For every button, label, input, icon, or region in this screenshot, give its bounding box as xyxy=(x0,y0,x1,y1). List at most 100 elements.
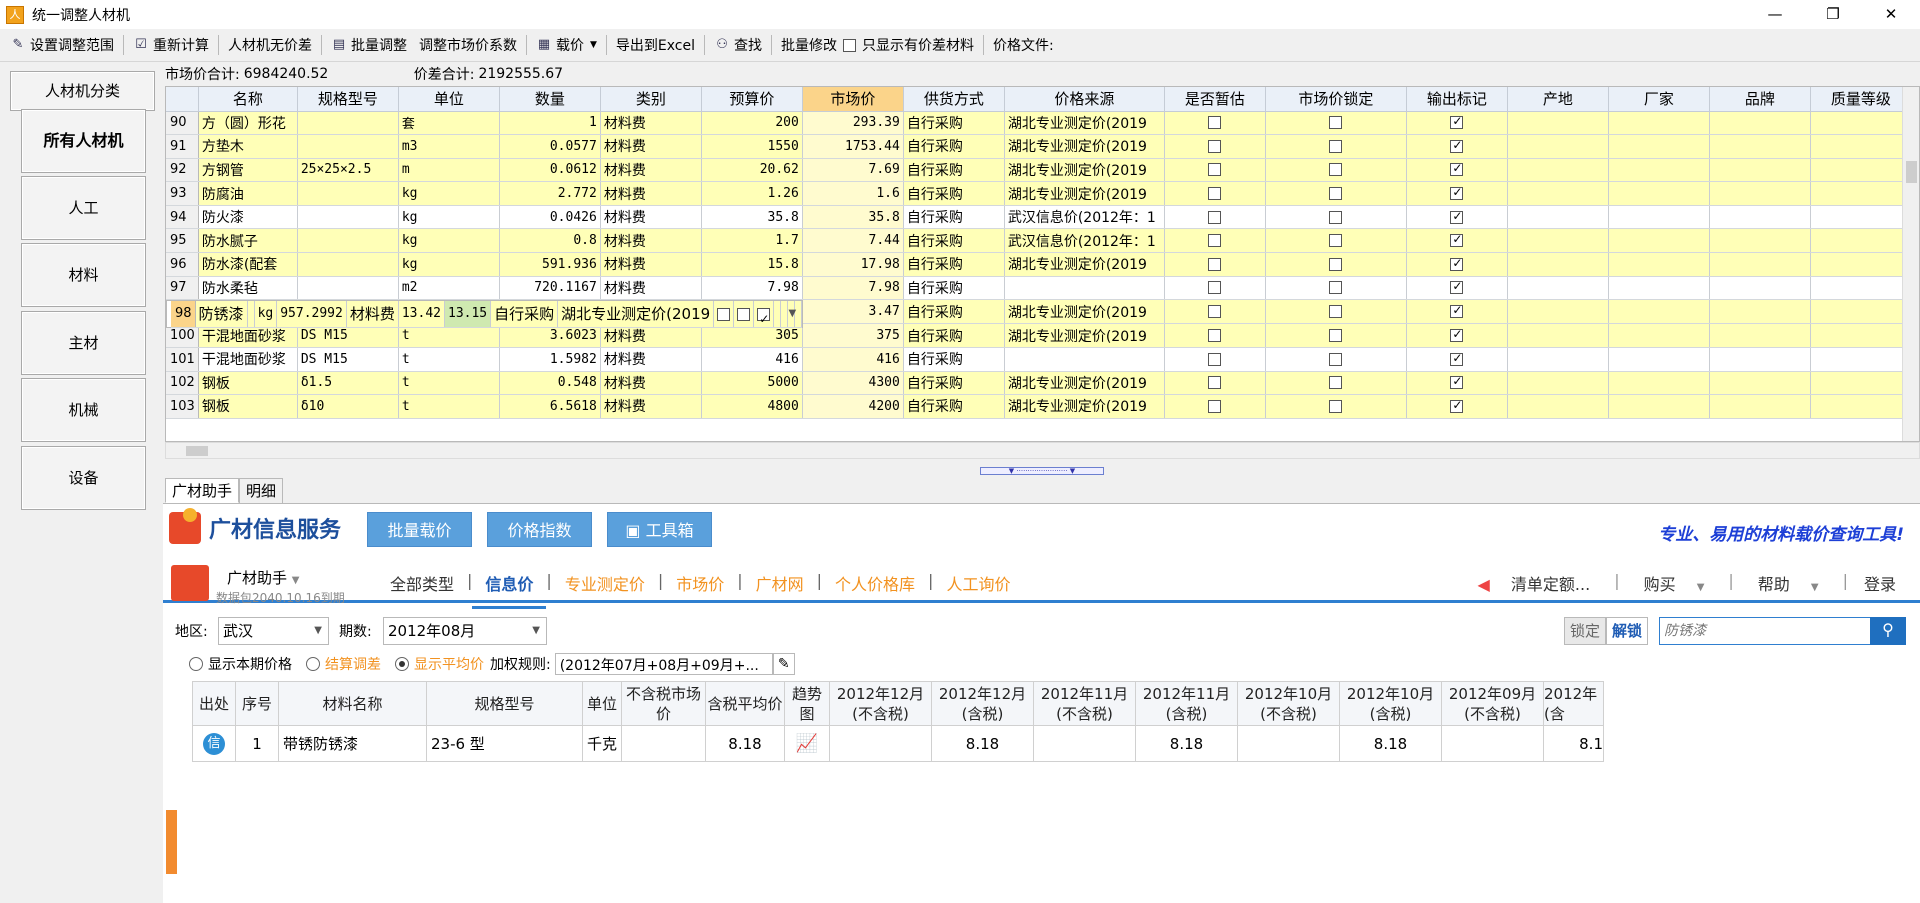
cell-budget[interactable]: 4800 xyxy=(701,394,803,419)
cell-empty[interactable] xyxy=(1507,205,1609,230)
checkbox-lock[interactable] xyxy=(1329,116,1343,130)
checkbox-est[interactable] xyxy=(1208,116,1222,130)
cell-market[interactable]: 13.15 xyxy=(444,301,492,329)
cell-cat[interactable]: 材料费 xyxy=(600,111,702,136)
cell-spec[interactable] xyxy=(297,228,399,254)
cell-budget[interactable]: 1.26 xyxy=(701,181,803,206)
checkbox-out[interactable] xyxy=(1450,209,1464,224)
cell-empty[interactable] xyxy=(1608,371,1710,396)
cell-empty[interactable] xyxy=(1608,276,1710,301)
cell-empty[interactable] xyxy=(1507,158,1609,183)
cell-market[interactable]: 7.98 xyxy=(802,276,904,301)
checkbox-out[interactable] xyxy=(1450,327,1464,343)
cell-source[interactable]: 湖北专业测定价(2019 xyxy=(1004,300,1165,325)
category-material[interactable]: 材料 xyxy=(21,243,146,307)
category-all[interactable]: 所有人材机 xyxy=(21,109,146,173)
cell-market[interactable]: 416 xyxy=(802,347,904,372)
cell-empty[interactable] xyxy=(1507,394,1609,419)
cell-empty[interactable] xyxy=(1608,300,1710,325)
cell-unit[interactable]: 套 xyxy=(398,111,500,136)
find-button[interactable]: ⚇ 查找 xyxy=(708,32,768,58)
cell-supply[interactable]: 自行采购 xyxy=(903,205,1005,230)
cell-budget[interactable]: 200 xyxy=(701,111,803,136)
cell-budget[interactable]: 1.7 xyxy=(701,228,803,254)
cell-empty[interactable] xyxy=(1709,252,1811,277)
cell-supply[interactable]: 自行采购 xyxy=(903,228,1005,254)
cell-source[interactable]: 武汉信息价(2012年：1 xyxy=(1004,205,1165,230)
cell-cat[interactable]: 材料费 xyxy=(600,205,702,230)
cell-empty[interactable] xyxy=(1507,347,1609,372)
tab-detail[interactable]: 明细 xyxy=(239,478,284,503)
radio-current-price[interactable] xyxy=(189,657,203,671)
column-header[interactable]: 品牌 xyxy=(1709,87,1811,112)
cell-supply[interactable]: 自行采购 xyxy=(903,158,1005,183)
cell-cat[interactable]: 材料费 xyxy=(600,181,702,206)
cell-spec[interactable] xyxy=(297,111,399,136)
cell-market[interactable]: 293.39 xyxy=(802,111,904,136)
cell-empty[interactable] xyxy=(1810,134,1912,159)
checkbox-lock[interactable] xyxy=(1329,187,1343,201)
search-icon[interactable]: ⚲ xyxy=(1870,617,1906,645)
cell-empty[interactable] xyxy=(1810,252,1912,277)
cell-supply[interactable]: 自行采购 xyxy=(903,371,1005,396)
period-select[interactable]: 2012年08月 xyxy=(383,617,547,645)
cell-empty[interactable] xyxy=(1709,300,1811,325)
cell-source[interactable]: 湖北专业测定价(2019 xyxy=(1004,134,1165,159)
cell-spec[interactable] xyxy=(297,134,399,159)
cell-empty[interactable] xyxy=(1608,228,1710,254)
cell-spec[interactable] xyxy=(297,252,399,277)
cell-empty[interactable] xyxy=(1810,276,1912,301)
cell-empty[interactable] xyxy=(1709,181,1811,206)
cell-supply[interactable]: 自行采购 xyxy=(903,134,1005,159)
checkbox-est[interactable] xyxy=(1208,257,1222,271)
cell-supply[interactable]: 自行采购 xyxy=(903,111,1005,136)
cell-name[interactable]: 防锈漆 xyxy=(195,301,248,329)
tab-gc-helper[interactable]: 广材助手 xyxy=(165,478,240,503)
column-header[interactable]: 供货方式 xyxy=(903,87,1005,112)
cell-name[interactable]: 防水柔毡 xyxy=(198,276,298,301)
cell-unit[interactable]: kg xyxy=(398,228,500,254)
cell-name[interactable]: 防水腻子 xyxy=(198,228,298,254)
cell-cat[interactable]: 材料费 xyxy=(600,371,702,396)
column-header[interactable]: 规格型号 xyxy=(297,87,399,112)
checkbox-est[interactable] xyxy=(1208,234,1222,248)
cell-empty[interactable] xyxy=(1507,323,1609,348)
table-row[interactable]: 91 方垫木 m3 0.0577 材料费 1550 1753.44 自行采购 湖北专业测定价(2… xyxy=(166,134,1912,159)
batch-adjust-button[interactable]: ▤ 批量调整 xyxy=(325,32,413,58)
cell-qty[interactable]: 0.0577 xyxy=(499,134,601,159)
column-header[interactable]: 单位 xyxy=(398,87,500,112)
close-button[interactable]: ✕ xyxy=(1862,0,1920,29)
cell-spec[interactable]: δ1.5 xyxy=(297,371,399,396)
adjust-coef-button[interactable]: 调整市场价系数 xyxy=(413,32,523,58)
checkbox-est[interactable] xyxy=(1208,305,1222,319)
checkbox-est[interactable] xyxy=(1208,163,1222,177)
cell-budget[interactable]: 13.42 xyxy=(398,301,446,329)
buy-menu[interactable]: 购买 ▼ xyxy=(1628,571,1721,595)
cell-empty[interactable] xyxy=(1608,158,1710,183)
nav-link[interactable]: 人工询价 xyxy=(933,571,1023,609)
cell-spec[interactable] xyxy=(297,205,399,230)
cell-source[interactable]: 武汉信息价(2012年：1 xyxy=(1004,228,1165,254)
cell-empty[interactable] xyxy=(1608,134,1710,159)
table-row[interactable]: 93 防腐油 kg 2.772 材料费 1.26 1.6 自行采购 湖北专业测定价(2019 xyxy=(166,181,1912,206)
category-main-material[interactable]: 主材 xyxy=(21,311,146,375)
cell-empty[interactable] xyxy=(1810,158,1912,183)
login-link[interactable]: 登录 xyxy=(1856,571,1904,595)
edit-icon[interactable]: ✎ xyxy=(772,653,795,675)
cell-market[interactable]: 4200 xyxy=(802,394,904,419)
cell-empty[interactable] xyxy=(1709,323,1811,348)
table-row[interactable]: 98 防锈漆 kg 957.2992 材料费 13.42 13.15 自行采购 湖北专业测定价(… xyxy=(166,300,804,329)
cell-name[interactable]: 干混地面砂浆 xyxy=(198,347,298,372)
only-diff-checkbox[interactable] xyxy=(843,38,857,52)
cell-qty[interactable]: 0.0612 xyxy=(499,158,601,183)
nav-link[interactable]: 信息价 xyxy=(472,571,547,609)
checkbox-out[interactable] xyxy=(1450,351,1464,366)
cell-market[interactable]: 3.47 xyxy=(802,300,904,325)
batch-modify-button[interactable]: 批量修改 xyxy=(775,32,843,58)
helper-menu[interactable]: 广材助手 ▼ 数据包2040.10.16到期 xyxy=(171,565,345,605)
checkbox-out[interactable] xyxy=(1450,279,1464,295)
cell-name[interactable]: 方垫木 xyxy=(198,134,298,159)
checkbox-lock[interactable] xyxy=(1329,305,1343,319)
radio-settle-diff[interactable] xyxy=(306,657,320,671)
cell-source[interactable]: 湖北专业测定价(2019 xyxy=(1004,252,1165,277)
